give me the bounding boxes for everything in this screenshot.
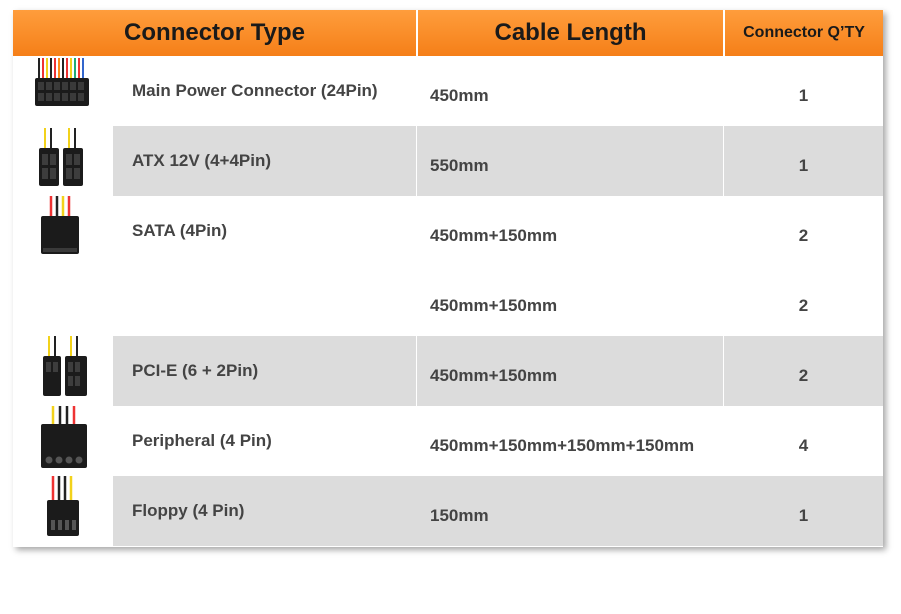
- connector-name: ATX 12V (4+4Pin): [132, 151, 272, 170]
- connector-spec-table: Connector Type Cable Length Connector Q’…: [13, 10, 883, 547]
- table-row: 450mm+150mm 2: [13, 266, 883, 336]
- table-row: Peripheral (4 Pin) 450mm+150mm+150mm+150…: [13, 406, 883, 476]
- cable-length: 450mm+150mm: [430, 296, 558, 315]
- cable-length: 450mm+150mm: [430, 226, 558, 245]
- connector-name: Peripheral (4 Pin): [132, 431, 272, 450]
- connector-qty: 2: [798, 366, 809, 385]
- cable-length: 450mm+150mm+150mm+150mm: [430, 436, 695, 455]
- connector-qty: 1: [798, 156, 809, 175]
- molex-connector-icon: [13, 406, 113, 476]
- pcie-connector-icon: [13, 336, 113, 406]
- cable-length: 450mm+150mm: [430, 366, 558, 385]
- sata-connector-icon: [13, 196, 113, 266]
- connector-name: PCI-E (6 + 2Pin): [132, 361, 259, 380]
- table-row: SATA (4Pin) 450mm+150mm 2: [13, 196, 883, 266]
- table-row: Main Power Connector (24Pin) 450mm 1: [13, 56, 883, 126]
- table-row: PCI-E (6 + 2Pin) 450mm+150mm 2: [13, 336, 883, 406]
- connector-qty: 1: [798, 86, 809, 105]
- connector-qty: 2: [798, 296, 809, 315]
- connector-name: SATA (4Pin): [132, 221, 228, 240]
- atx12v-connector-icon: [13, 126, 113, 196]
- 24pin-connector-icon: [13, 56, 113, 126]
- cable-length: 150mm: [430, 506, 489, 525]
- connector-qty: 2: [798, 226, 809, 245]
- cable-length: 550mm: [430, 156, 489, 175]
- connector-name: Main Power Connector (24Pin): [132, 81, 378, 100]
- connector-qty: 1: [798, 506, 809, 525]
- table-row: ATX 12V (4+4Pin) 550mm 1: [13, 126, 883, 196]
- floppy-connector-icon: [13, 476, 113, 546]
- connector-name: Floppy (4 Pin): [132, 501, 245, 520]
- header-connector-qty: Connector Q’TY: [724, 10, 883, 56]
- connector-qty: 4: [798, 436, 809, 455]
- header-cable-length: Cable Length: [417, 10, 723, 56]
- cable-length: 450mm: [430, 86, 489, 105]
- header-connector-type: Connector Type: [13, 10, 416, 56]
- table-row: Floppy (4 Pin) 150mm 1: [13, 476, 883, 546]
